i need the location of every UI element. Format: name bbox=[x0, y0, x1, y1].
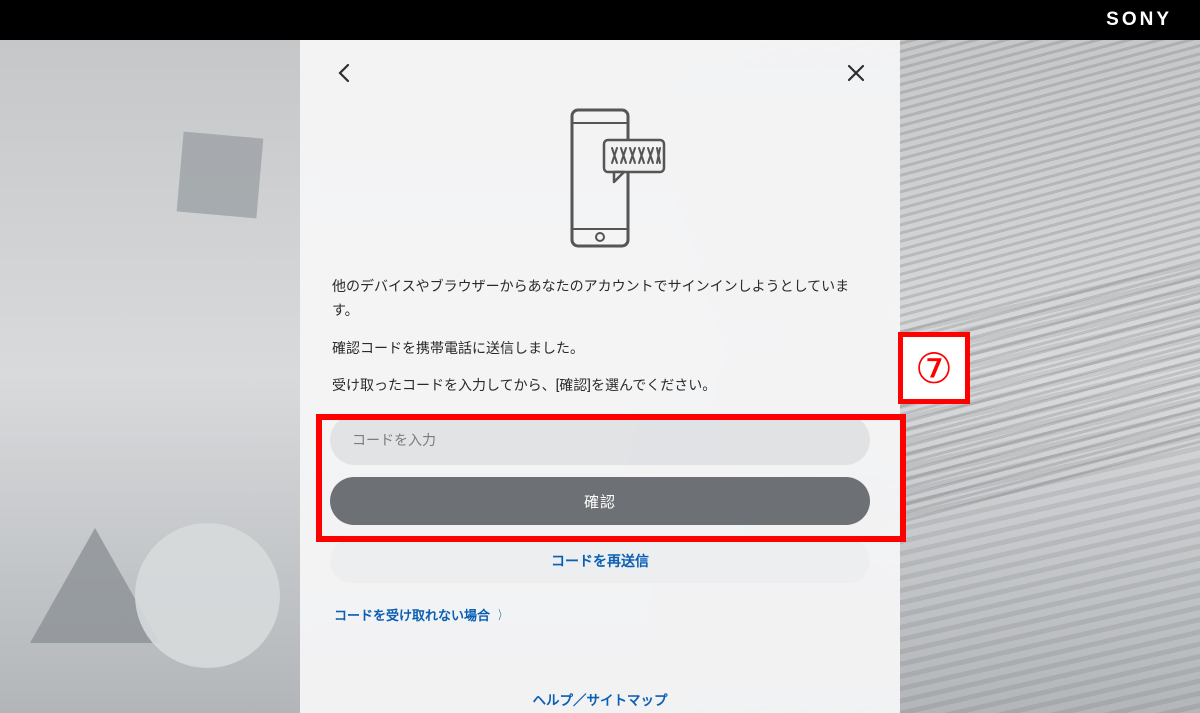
chevron-left-icon bbox=[337, 63, 351, 83]
close-button[interactable] bbox=[842, 59, 870, 87]
code-sent-message: 確認コードを携帯電話に送信しました。 bbox=[332, 338, 868, 362]
bg-shape-square bbox=[177, 132, 264, 219]
verification-modal: 他のデバイスやブラウザーからあなたのアカウントでサインインしようとしています。 … bbox=[300, 40, 900, 713]
form-area: 確認 コードを再送信 bbox=[330, 413, 870, 583]
cant-receive-code-link[interactable]: コードを受け取れない場合 bbox=[334, 605, 508, 624]
phone-code-illustration bbox=[330, 98, 870, 258]
confirm-button[interactable]: 確認 bbox=[330, 477, 870, 525]
close-icon bbox=[847, 64, 865, 82]
modal-header bbox=[330, 58, 870, 88]
help-sitemap-link[interactable]: ヘルプ／サイトマップ bbox=[533, 693, 668, 709]
sony-logo: SONY bbox=[1106, 9, 1172, 31]
signin-attempt-message: 他のデバイスやブラウザーからあなたのアカウントでサインインしようとしています。 bbox=[332, 276, 868, 324]
verification-code-input[interactable] bbox=[330, 415, 870, 465]
back-button[interactable] bbox=[330, 59, 358, 87]
instruction-message: 受け取ったコードを入力してから、[確認]を選んでください。 bbox=[332, 375, 868, 399]
header-bar: SONY bbox=[0, 0, 1200, 40]
bg-shape-circle bbox=[135, 523, 280, 668]
resend-code-button[interactable]: コードを再送信 bbox=[330, 539, 870, 583]
footer-area: ヘルプ／サイトマップ bbox=[300, 689, 900, 709]
